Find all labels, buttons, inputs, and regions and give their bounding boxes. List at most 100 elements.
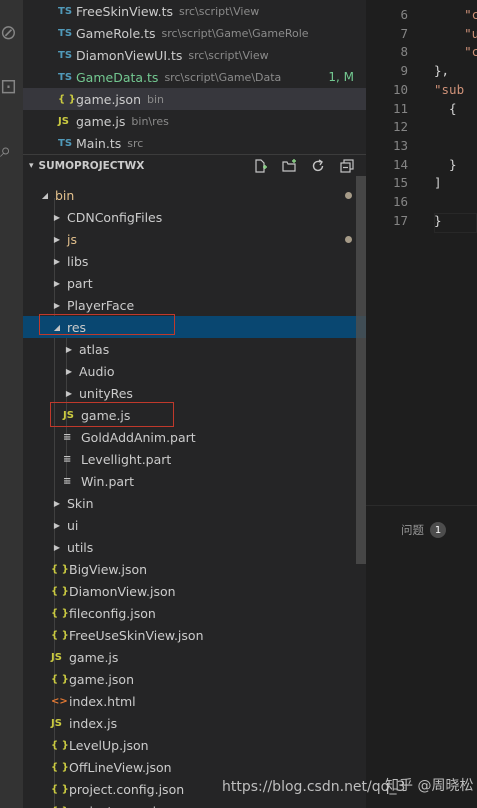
line-number: 14 <box>392 156 408 172</box>
tree-item-label: Skin <box>67 495 94 511</box>
tree-file[interactable]: ≡ Levellight.part <box>23 448 366 470</box>
annotation-box-game-js <box>50 402 174 427</box>
text-file-icon: ≡ <box>63 453 72 465</box>
open-editor-path: src\script\View <box>188 48 269 62</box>
chevron-down-icon[interactable]: ◢ <box>39 191 51 200</box>
code-text: { <box>434 100 457 116</box>
tree-item-label: CDNConfigFiles <box>67 209 163 225</box>
line-number: 17 <box>392 212 408 228</box>
extensions-icon[interactable]: ⊘ <box>0 12 23 52</box>
chevron-right-icon[interactable]: ▶ <box>51 301 63 310</box>
code-line: 15] <box>366 175 477 194</box>
tree-item-label: BigView.json <box>69 561 148 577</box>
tree-file[interactable]: JS game.js <box>23 646 366 668</box>
tree-file[interactable]: { } DiamonView.json <box>23 580 366 602</box>
tree-folder[interactable]: ▶ Skin <box>23 492 366 514</box>
typescript-file-icon: TS <box>58 71 73 83</box>
tree-file[interactable]: { } OffLineView.json <box>23 756 366 778</box>
typescript-file-icon: TS <box>58 137 73 149</box>
tree-item-label: unityRes <box>79 385 133 401</box>
chevron-right-icon[interactable]: ▶ <box>63 367 75 376</box>
search-icon[interactable]: ⌕ <box>0 130 23 170</box>
open-editor-item[interactable]: TS Main.ts src <box>23 132 366 154</box>
tree-file[interactable]: { } FreeUseSkinView.json <box>23 624 366 646</box>
tree-file[interactable]: { } game.json <box>23 668 366 690</box>
tab-problems[interactable]: 问题 1 <box>401 522 446 538</box>
open-editor-item[interactable]: TS FreeSkinView.ts src\script\View <box>23 0 366 22</box>
tree-item-label: game.json <box>69 671 134 687</box>
open-editor-filename: DiamonViewUI.ts <box>76 47 183 63</box>
debug-icon[interactable]: ⊡ <box>0 66 23 106</box>
tree-folder[interactable]: ▶ PlayerFace <box>23 294 366 316</box>
json-file-icon: { } <box>51 739 69 751</box>
tree-item-label: utils <box>67 539 94 555</box>
chevron-down-icon: ▾ <box>29 160 34 171</box>
code-line: 11 { <box>366 101 477 120</box>
tree-folder[interactable]: ▶ utils <box>23 536 366 558</box>
open-editor-item[interactable]: TS GameData.ts src\script\Game\Data 1, M <box>23 66 366 88</box>
line-number: 13 <box>392 137 408 153</box>
open-editor-item[interactable]: TS DiamonViewUI.ts src\script\View <box>23 44 366 66</box>
chevron-right-icon[interactable]: ▶ <box>51 543 63 552</box>
code-editor[interactable]: 6 "c 7 "u 8 "c 9}, 10 "sub 11 {12 13 14 } 15] 16 17… <box>366 0 477 505</box>
chevron-right-icon[interactable]: ▶ <box>51 499 63 508</box>
tree-folder[interactable]: ▶ libs <box>23 250 366 272</box>
open-editor-item[interactable]: JS game.js bin\res <box>23 110 366 132</box>
new-file-icon[interactable] <box>251 157 269 175</box>
tree-file[interactable]: JS index.js <box>23 712 366 734</box>
tree-folder[interactable]: ▶ Audio <box>23 360 366 382</box>
tree-file[interactable]: <> index.html <box>23 690 366 712</box>
chevron-right-icon[interactable]: ▶ <box>51 279 63 288</box>
open-editor-filename: Main.ts <box>76 135 122 151</box>
tree-folder[interactable]: ▶ atlas <box>23 338 366 360</box>
explorer-section-header[interactable]: ▾ SUMOPROJECTWX <box>23 154 366 176</box>
text-file-icon: ≡ <box>63 431 72 443</box>
json-file-icon: { } <box>51 673 69 685</box>
tree-item-label: fileconfig.json <box>69 605 156 621</box>
tree-item-label: OffLineView.json <box>69 759 172 775</box>
open-editor-item[interactable]: TS GameRole.ts src\script\Game\GameRole <box>23 22 366 44</box>
tree-file[interactable]: { } fileconfig.json <box>23 602 366 624</box>
refresh-icon[interactable] <box>309 157 327 175</box>
sidebar-scrollbar[interactable] <box>356 176 366 564</box>
annotation-box-res <box>39 314 175 335</box>
line-number: 16 <box>392 194 408 209</box>
chevron-right-icon[interactable]: ▶ <box>51 213 63 222</box>
open-editor-item[interactable]: { } game.json bin <box>23 88 366 110</box>
tree-folder[interactable]: ◢ bin <box>23 184 366 206</box>
tree-item-label: DiamonView.json <box>69 583 176 599</box>
activity-bar: ⊘ ⊡ ⌕ <box>0 0 23 808</box>
project-title: SUMOPROJECTWX <box>38 159 145 172</box>
tree-item-label: index.html <box>69 693 136 709</box>
chevron-right-icon[interactable]: ▶ <box>63 345 75 354</box>
chevron-right-icon[interactable]: ▶ <box>51 521 63 530</box>
tree-file[interactable]: ≡ GoldAddAnim.part <box>23 426 366 448</box>
chevron-right-icon[interactable]: ▶ <box>51 257 63 266</box>
new-folder-icon[interactable] <box>280 157 298 175</box>
json-file-icon: { } <box>58 93 76 105</box>
watermark-author: 知乎 @周晓松 <box>385 778 474 794</box>
tree-item-label: part <box>67 275 93 291</box>
modified-dot-icon <box>345 235 352 243</box>
git-status-badge: 1, M <box>328 70 354 84</box>
tree-file[interactable]: { } LevelUp.json <box>23 734 366 756</box>
tree-folder[interactable]: ▶ unityRes <box>23 382 366 404</box>
open-editors-list: TS FreeSkinView.ts src\script\View TS GameRo… <box>23 0 366 154</box>
modified-dot-icon <box>345 191 352 199</box>
collapse-all-icon[interactable] <box>338 157 356 175</box>
open-editor-filename: GameRole.ts <box>76 25 156 41</box>
tree-file[interactable]: { } BigView.json <box>23 558 366 580</box>
open-editor-filename: FreeSkinView.ts <box>76 3 173 19</box>
tree-folder[interactable]: ▶ part <box>23 272 366 294</box>
tree-folder[interactable]: ▶ CDNConfigFiles <box>23 206 366 228</box>
tree-file[interactable]: { }project.swan.json <box>23 800 366 808</box>
tree-file[interactable]: ≡ Win.part <box>23 470 366 492</box>
tree-item-label: Audio <box>79 363 115 379</box>
chevron-right-icon[interactable]: ▶ <box>63 389 75 398</box>
tree-item-label: Win.part <box>81 473 135 489</box>
open-editor-path: src\script\Game\GameRole <box>161 26 309 40</box>
tree-folder[interactable]: ▶ ui <box>23 514 366 536</box>
chevron-right-icon[interactable]: ▶ <box>51 235 63 244</box>
javascript-file-icon: JS <box>58 115 69 127</box>
tree-folder[interactable]: ▶ js <box>23 228 366 250</box>
